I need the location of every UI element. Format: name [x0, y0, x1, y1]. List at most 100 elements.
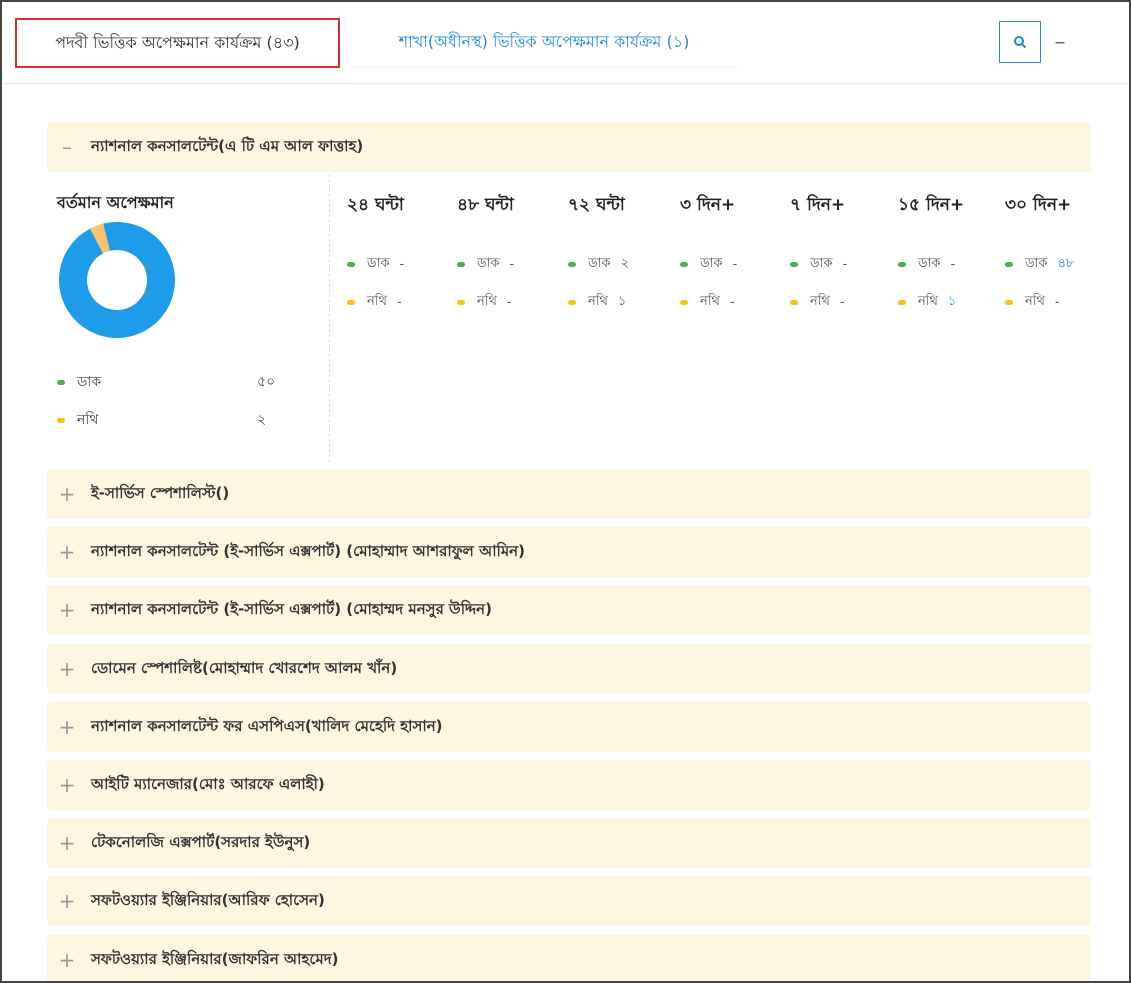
nothi-label: নথি: [477, 293, 497, 309]
dak-dot-icon: [790, 261, 798, 267]
dak-count-row: ডাক -: [457, 254, 572, 274]
dak-dot-icon: [898, 261, 906, 267]
search-button[interactable]: [999, 21, 1041, 63]
dak-label: ডাক: [918, 255, 941, 271]
time-column-header: ৭২ ঘন্টা: [568, 195, 625, 215]
dak-dot-icon: [1005, 261, 1013, 267]
dak-count[interactable]: ২: [620, 254, 628, 275]
nothi-dot-icon: [898, 299, 906, 305]
dak-label: ডাক: [700, 255, 723, 271]
time-column-header: ৭ দিন+: [790, 195, 846, 215]
accordion-title: ন্যাশনাল কনসালটেন্ট (ই-সার্ভিস এক্সপার্ট…: [91, 541, 525, 560]
accordion-header-collapsed[interactable]: + আইটি ম্যানেজার(মোঃ আরফে এলাহী): [47, 760, 1091, 810]
nothi-label: নথি: [810, 293, 830, 309]
accordion-title: আইটি ম্যানেজার(মোঃ আরফে এলাহী): [91, 774, 325, 793]
accordion-title: সফটওয়্যার ইঞ্জিনিয়ার(জাফরিন আহমেদ): [91, 949, 339, 968]
accordion-header-collapsed[interactable]: + ন্যাশনাল কনসালটেন্ট ফর এসপিএস(খালিদ মেহ…: [47, 702, 1091, 752]
plus-icon: +: [58, 540, 76, 564]
accordion-title: ন্যাশনাল কনসালটেন্ট ফর এসপিএস(খালিদ মেহে…: [91, 716, 443, 735]
accordion-header-collapsed[interactable]: + ন্যাশনাল কনসালটেন্ট (ই-সার্ভিস এক্সপার্…: [47, 527, 1091, 577]
time-column: ১৫ দিন+ ডাক - নথি ১: [898, 174, 1013, 314]
dak-dot-icon: [680, 261, 688, 267]
dak-count: -: [842, 256, 848, 272]
tab-designation-pending[interactable]: পদবী ভিত্তিক অপেক্ষমান কার্যক্রম (৪৩): [15, 18, 340, 68]
dak-count-row: ডাক -: [898, 254, 1013, 274]
plus-icon: +: [58, 831, 76, 855]
nothi-dot-icon: [1005, 299, 1013, 305]
dak-dot-icon: [57, 379, 65, 385]
dak-label: ডাক: [477, 255, 500, 271]
accordion-header-collapsed[interactable]: + সফটওয়্যার ইঞ্জিনিয়ার(জাফরিন আহমেদ): [47, 935, 1091, 981]
time-column: ৩ দিন+ ডাক - নথি -: [680, 174, 795, 314]
accordion-header-expanded[interactable]: – ন্যাশনাল কনসালটেন্ট(এ টি এম আল ফাত্তাহ…: [47, 122, 1091, 172]
time-column: ২৪ ঘন্টা ডাক - নথি -: [347, 174, 462, 314]
dak-label: ডাক: [1025, 255, 1048, 271]
page-frame: পদবী ভিত্তিক অপেক্ষমান কার্যক্রম (৪৩) শা…: [0, 0, 1131, 983]
accordion-title: ডোমেন স্পেশালিষ্ট(মোহাম্মাদ খোরশেদ আলম খ…: [91, 658, 398, 677]
plus-icon: +: [58, 598, 76, 622]
legend-nothi-value: ২: [257, 412, 267, 428]
nothi-label: নথি: [588, 293, 608, 309]
plus-icon: +: [58, 773, 76, 797]
nothi-count-row: নথি -: [347, 292, 462, 312]
nothi-label: নথি: [367, 293, 387, 309]
nothi-dot-icon: [57, 417, 65, 423]
summary-title: বর্তমান অপেক্ষমান: [57, 193, 174, 212]
tab-branch-pending[interactable]: শাখা(অধীনস্থ) ভিত্তিক অপেক্ষমান কার্যক্র…: [349, 18, 739, 68]
dak-label: ডাক: [588, 255, 611, 271]
accordion-title: ই-সার্ভিস স্পেশালিস্ট(): [91, 483, 230, 502]
nothi-label: নথি: [918, 293, 938, 309]
dak-dot-icon: [347, 261, 355, 267]
nothi-dot-icon: [680, 299, 688, 305]
accordion-header-collapsed[interactable]: + ই-সার্ভিস স্পেশালিস্ট(): [47, 469, 1091, 519]
tab-bar: পদবী ভিত্তিক অপেক্ষমান কার্যক্রম (৪৩) শা…: [4, 4, 1127, 84]
donut-chart: [59, 222, 175, 338]
accordion-title: টেকনোলজি এক্সপার্ট(সরদার ইউনুস): [91, 832, 311, 851]
collapse-button[interactable]: –: [1048, 24, 1072, 60]
dak-label: ডাক: [810, 255, 833, 271]
nothi-count-row: নথি ১: [568, 292, 683, 312]
time-column: ৭ দিন+ ডাক - নথি -: [790, 174, 905, 314]
plus-icon: +: [58, 948, 76, 972]
dak-count: -: [509, 256, 515, 272]
nothi-count-row: নথি -: [457, 292, 572, 312]
nothi-dot-icon: [457, 299, 465, 305]
dak-dot-icon: [457, 261, 465, 267]
dak-count: -: [950, 256, 956, 272]
legend-nothi-label: নথি: [77, 412, 99, 428]
accordion-header-collapsed[interactable]: + ডোমেন স্পেশালিষ্ট(মোহাম্মাদ খোরশেদ আলম …: [47, 644, 1091, 694]
donut-slice-dak: [59, 222, 175, 338]
dak-count[interactable]: ৪৮: [1057, 254, 1074, 275]
nothi-dot-icon: [568, 299, 576, 305]
dak-count: -: [399, 256, 405, 272]
legend-dak-label: ডাক: [77, 374, 102, 390]
nothi-count-row: নথি -: [1005, 292, 1120, 312]
nothi-count[interactable]: ১: [618, 292, 626, 313]
accordion-header-collapsed[interactable]: + সফটওয়্যার ইঞ্জিনিয়ার(আরিফ হোসেন): [47, 876, 1091, 926]
nothi-count-row: নথি -: [680, 292, 795, 312]
accordion-title: ন্যাশনাল কনসালটেন্ট (ই-সার্ভিস এক্সপার্ট…: [91, 599, 492, 618]
donut-slice-nothi: [90, 223, 111, 254]
nothi-count: -: [506, 294, 512, 310]
time-column-header: ৩০ দিন+: [1005, 195, 1072, 215]
plus-icon: +: [58, 657, 76, 681]
legend-dak-value: ৫০: [257, 374, 276, 390]
pending-summary: বর্তমান অপেক্ষমান ডাক ৫০ নথি ২: [47, 174, 330, 462]
accordion-header-collapsed[interactable]: + ন্যাশনাল কনসালটেন্ট (ই-সার্ভিস এক্সপার্…: [47, 585, 1091, 635]
dak-count-row: ডাক -: [790, 254, 905, 274]
time-column: ৪৮ ঘন্টা ডাক - নথি -: [457, 174, 572, 314]
time-column: ৩০ দিন+ ডাক ৪৮ নথি -: [1005, 174, 1120, 314]
legend-nothi: নথি ২: [57, 408, 307, 432]
time-column: ৭২ ঘন্টা ডাক ২ নথি ১: [568, 174, 683, 314]
nothi-count-row: নথি ১: [898, 292, 1013, 312]
dak-count-row: ডাক ৪৮: [1005, 254, 1120, 274]
accordion-header-collapsed[interactable]: + টেকনোলজি এক্সপার্ট(সরদার ইউনুস): [47, 818, 1091, 868]
dak-count-row: ডাক -: [347, 254, 462, 274]
plus-icon: +: [58, 482, 76, 506]
nothi-dot-icon: [790, 299, 798, 305]
minus-icon: –: [62, 135, 72, 159]
nothi-count: -: [396, 294, 402, 310]
nothi-count[interactable]: ১: [948, 292, 956, 313]
plus-icon: +: [58, 715, 76, 739]
plus-icon: +: [58, 889, 76, 913]
